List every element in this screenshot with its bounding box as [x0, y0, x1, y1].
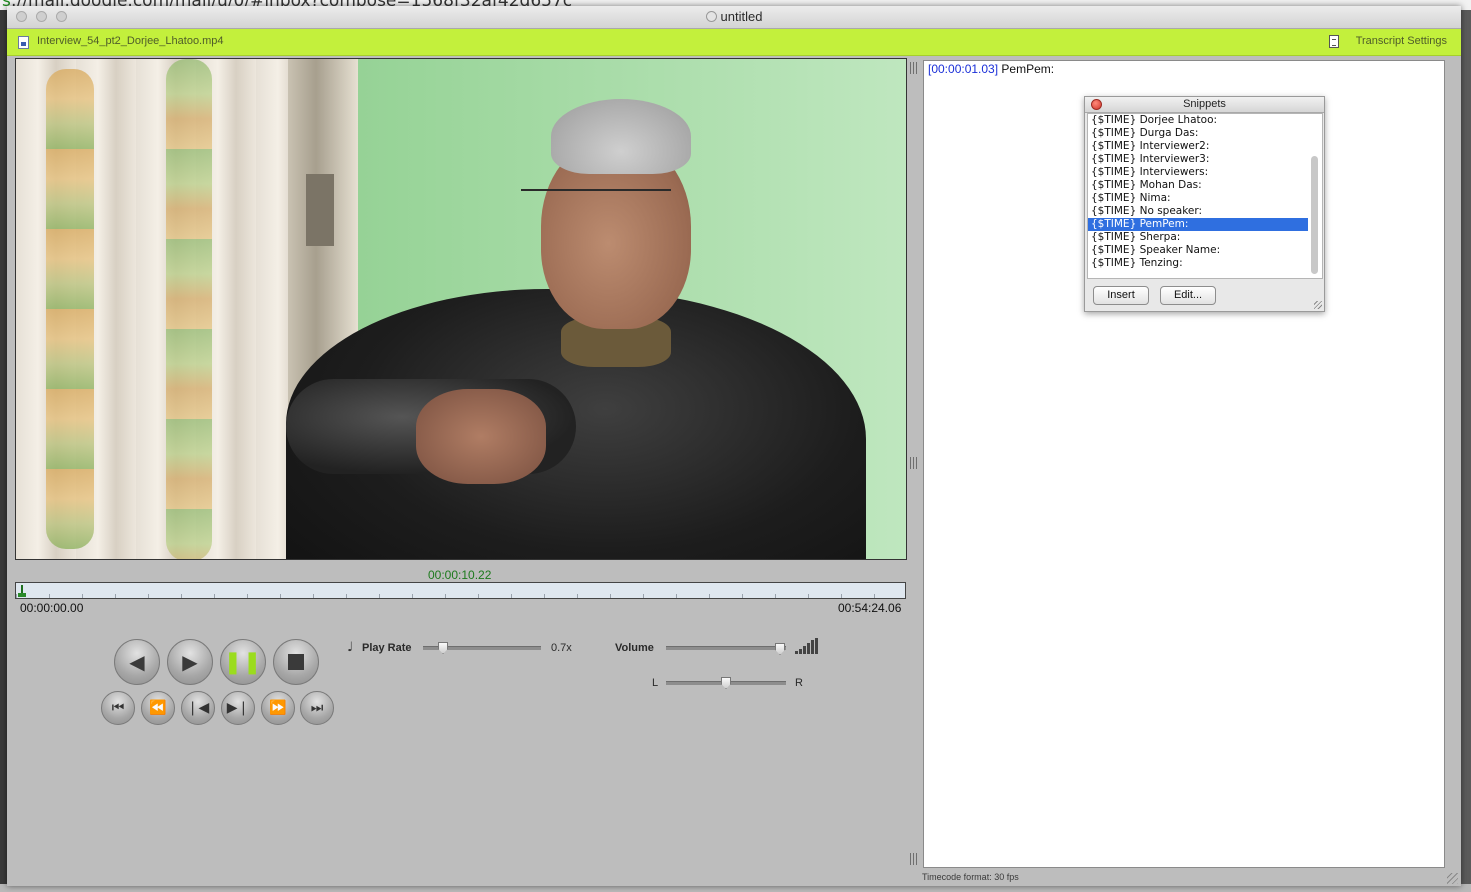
snippets-panel: Snippets {$TIME} Dorjee Lhatoo: {$TIME} D…	[1084, 96, 1325, 312]
step-back-button[interactable]: ❘◀	[181, 691, 215, 725]
current-timecode: 00:00:10.22	[428, 568, 492, 582]
fast-forward-icon: ⏩	[269, 700, 287, 716]
volume-slider-track[interactable]	[666, 646, 786, 650]
window-title-text: untitled	[720, 9, 763, 24]
transcript-timestamp[interactable]: [00:00:01.03]	[928, 62, 998, 76]
timecode-format-status: Timecode format: 30 fps	[922, 872, 1019, 882]
balance-right-label: R	[795, 677, 803, 689]
window-title: untitled	[7, 9, 1461, 24]
video-frame-curtain-pattern	[46, 69, 94, 549]
snippet-item[interactable]: {$TIME} Mohan Das:	[1088, 179, 1322, 192]
snippet-item[interactable]: {$TIME} Interviewer2:	[1088, 140, 1322, 153]
stop-icon	[288, 654, 304, 670]
end-timecode: 00:54:24.06	[838, 601, 902, 615]
snippets-scrollbar[interactable]	[1309, 116, 1320, 276]
skip-to-start-icon: ⏮	[111, 700, 125, 716]
pause-button[interactable]: ❚❚	[220, 639, 266, 685]
transcript-line[interactable]: [00:00:01.03] PemPem:	[928, 62, 1054, 76]
snippet-item[interactable]: {$TIME} Nima:	[1088, 192, 1322, 205]
skip-to-end-icon: ⏭	[310, 700, 324, 716]
snippets-titlebar: Snippets	[1085, 97, 1324, 113]
window-titlebar: untitled	[7, 6, 1461, 29]
video-frame-curtain-pattern	[166, 59, 212, 559]
skip-to-start-button[interactable]: ⏮	[101, 691, 135, 725]
snippet-item[interactable]: {$TIME} No speaker:	[1088, 205, 1322, 218]
video-player[interactable]	[15, 58, 907, 560]
fast-forward-button[interactable]: ⏩	[261, 691, 295, 725]
snippets-items: {$TIME} Dorjee Lhatoo: {$TIME} Durga Das:…	[1088, 114, 1322, 270]
balance-left-label: L	[652, 677, 659, 689]
window-resize-grip[interactable]	[1447, 873, 1458, 884]
step-forward-button[interactable]: ▶❘	[221, 691, 255, 725]
play-button[interactable]: ▶	[167, 639, 213, 685]
video-file-icon	[18, 36, 29, 49]
snippet-item[interactable]: {$TIME} PemPem:	[1088, 218, 1308, 231]
volume-label: Volume	[615, 642, 654, 654]
snippet-item[interactable]: {$TIME} Durga Das:	[1088, 127, 1322, 140]
document-status-icon	[705, 11, 717, 22]
step-forward-icon: ▶❘	[226, 700, 250, 716]
volume-slider-thumb[interactable]	[775, 643, 785, 655]
splitter-handle[interactable]	[910, 853, 919, 865]
edit-button[interactable]: Edit...	[1160, 286, 1216, 305]
transcript-speaker[interactable]: PemPem:	[1001, 62, 1054, 76]
document-icon	[1329, 35, 1339, 48]
snippet-item[interactable]: {$TIME} Tenzing:	[1088, 257, 1322, 270]
play-rate-slider-thumb[interactable]	[438, 642, 449, 654]
play-icon: ▶	[182, 650, 198, 674]
snippet-item[interactable]: {$TIME} Interviewer3:	[1088, 153, 1322, 166]
media-file-bar: Interview_54_pt2_Dorjee_Lhatoo.mp4 Trans…	[7, 29, 1461, 56]
media-file-name[interactable]: Interview_54_pt2_Dorjee_Lhatoo.mp4	[37, 35, 224, 47]
video-frame-person-hair	[551, 99, 691, 174]
balance-slider-thumb[interactable]	[721, 677, 731, 689]
fast-rewind-icon: ⏪	[149, 700, 167, 716]
rewind-button[interactable]: ◀	[114, 639, 160, 685]
snippet-item[interactable]: {$TIME} Dorjee Lhatoo:	[1088, 114, 1322, 127]
splitter-handle[interactable]	[910, 62, 919, 74]
scrollbar-thumb[interactable]	[1311, 156, 1318, 274]
video-frame-person-glasses	[521, 189, 671, 201]
fast-rewind-button[interactable]: ⏪	[141, 691, 175, 725]
skip-to-end-button[interactable]: ⏭	[300, 691, 334, 725]
video-frame-person-hand	[416, 389, 546, 484]
music-note-icon: ♩	[347, 640, 354, 655]
step-back-icon: ❘◀	[186, 700, 210, 716]
playhead-marker	[17, 593, 26, 597]
start-timecode: 00:00:00.00	[20, 601, 84, 615]
transcript-settings-button[interactable]: Transcript Settings	[1356, 35, 1447, 47]
snippets-title: Snippets	[1183, 98, 1226, 110]
snippet-item[interactable]: {$TIME} Speaker Name:	[1088, 244, 1322, 257]
snippet-item[interactable]: {$TIME} Sherpa:	[1088, 231, 1322, 244]
pause-icon: ❚❚	[223, 649, 263, 675]
snippet-item[interactable]: {$TIME} Interviewers:	[1088, 166, 1322, 179]
panel-resize-grip[interactable]	[1314, 301, 1322, 309]
volume-level-icon	[795, 638, 819, 654]
play-rate-label: Play Rate	[362, 642, 412, 654]
play-rate-value: 0.7x	[551, 642, 572, 654]
timeline-scrubber[interactable]	[15, 582, 906, 599]
triangle-left-icon: ◀	[129, 650, 145, 674]
stop-button[interactable]	[273, 639, 319, 685]
snippets-list[interactable]: {$TIME} Dorjee Lhatoo: {$TIME} Durga Das:…	[1087, 113, 1323, 279]
video-frame-hinge	[306, 174, 334, 246]
insert-button[interactable]: Insert	[1093, 286, 1149, 305]
splitter-handle[interactable]	[910, 457, 919, 469]
